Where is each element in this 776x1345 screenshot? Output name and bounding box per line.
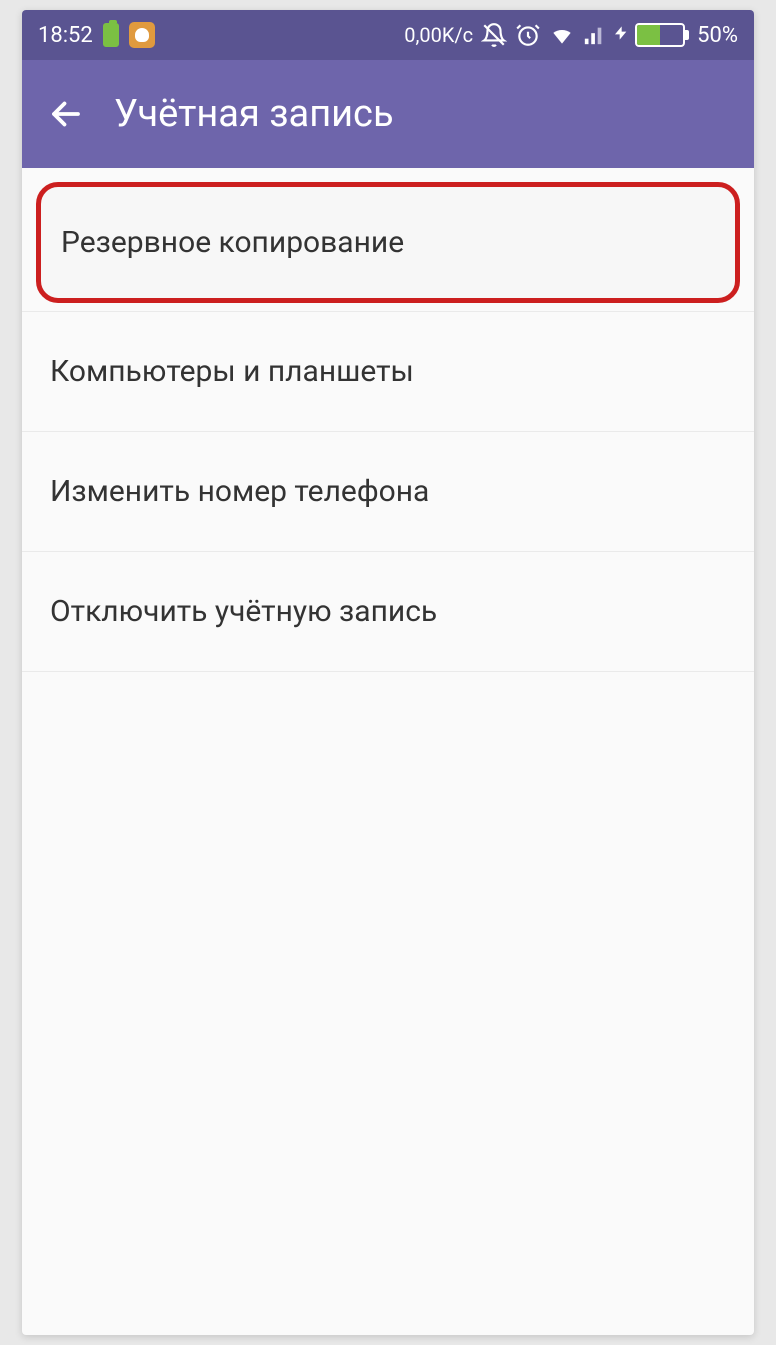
- wifi-icon: [549, 22, 575, 48]
- status-left: 18:52: [38, 22, 155, 48]
- signal-icon: [583, 24, 605, 46]
- alarm-icon: [515, 22, 541, 48]
- app-notification-icon: [129, 22, 155, 48]
- device-frame: 18:52 0,00K/c: [22, 10, 754, 1335]
- battery-icon: [635, 23, 685, 47]
- charging-icon: [613, 21, 629, 50]
- back-button[interactable]: [46, 94, 86, 134]
- menu-item-deactivate-account[interactable]: Отключить учётную запись: [22, 552, 754, 672]
- menu-item-label: Изменить номер телефона: [50, 474, 429, 509]
- menu-item-change-phone[interactable]: Изменить номер телефона: [22, 432, 754, 552]
- menu-item-label: Резервное копирование: [61, 225, 404, 260]
- battery-saver-icon: [103, 23, 119, 47]
- mute-icon: [481, 22, 507, 48]
- app-bar: Учётная запись: [22, 60, 754, 168]
- page-title: Учётная запись: [114, 92, 394, 136]
- content-area: Резервное копирование Компьютеры и планш…: [22, 182, 754, 672]
- status-time: 18:52: [38, 23, 93, 48]
- network-speed: 0,00K/c: [404, 23, 473, 47]
- battery-percent: 50%: [697, 23, 738, 48]
- menu-item-label: Компьютеры и планшеты: [50, 354, 414, 389]
- menu-item-backup[interactable]: Резервное копирование: [36, 182, 740, 303]
- status-bar: 18:52 0,00K/c: [22, 10, 754, 60]
- menu-item-computers-tablets[interactable]: Компьютеры и планшеты: [22, 312, 754, 432]
- status-right: 0,00K/c: [404, 21, 738, 50]
- menu-item-label: Отключить учётную запись: [50, 594, 437, 629]
